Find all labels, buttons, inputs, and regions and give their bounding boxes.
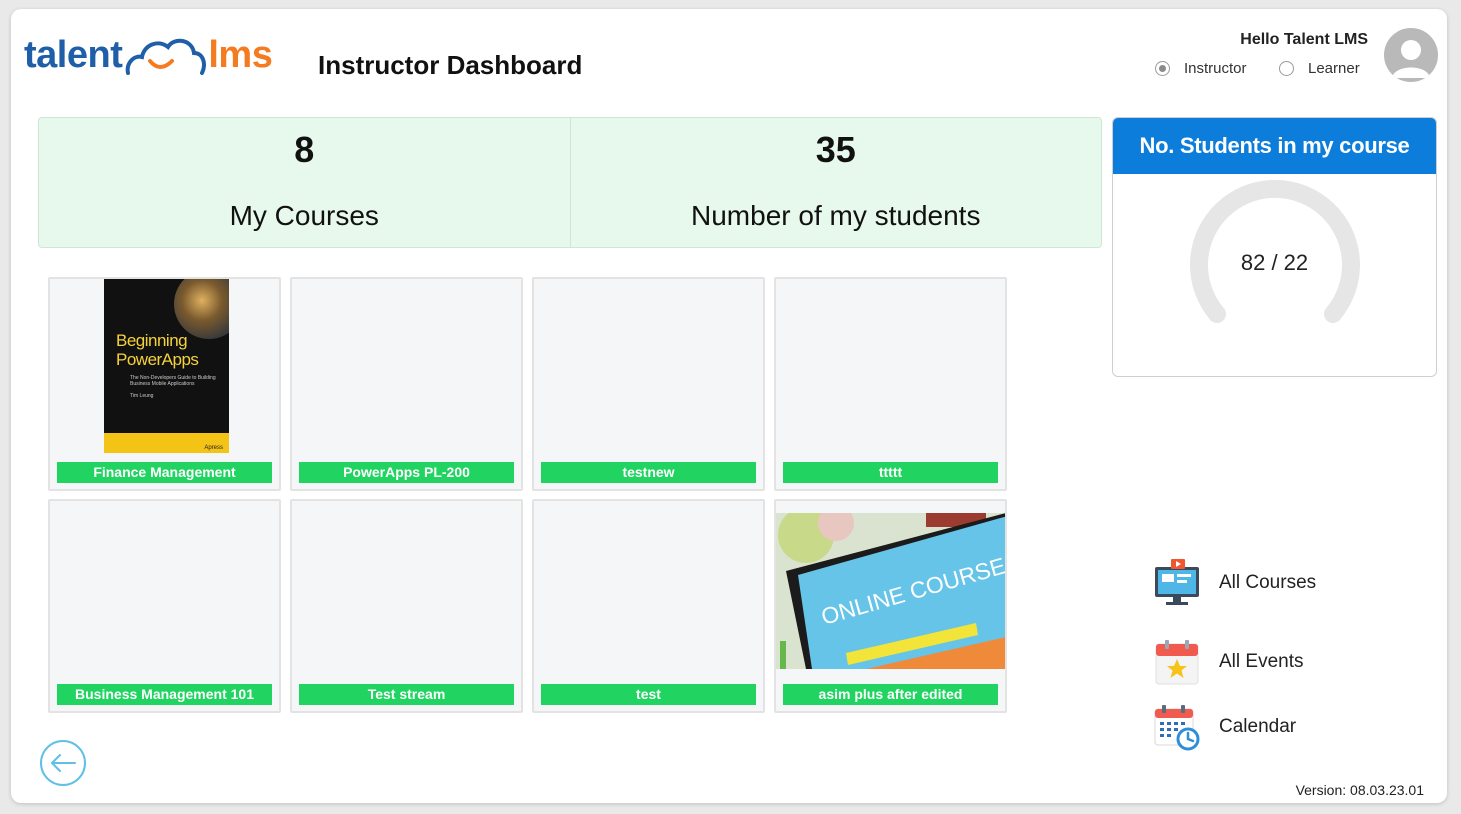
stat-value: 35: [815, 129, 856, 170]
course-thumbnail: ONLINE COURSES: [776, 501, 1005, 675]
course-card[interactable]: ttttt: [774, 277, 1007, 491]
arrow-left-circle-icon: [51, 754, 76, 772]
course-title: testnew: [541, 462, 756, 483]
course-title: ttttt: [783, 462, 998, 483]
stat-label: My Courses: [229, 200, 379, 231]
course-card[interactable]: Beginning PowerApps The Non-Developers G…: [48, 277, 281, 491]
logo-text-lms: lms: [208, 34, 273, 76]
role-label-learner: Learner: [1308, 60, 1360, 77]
course-card[interactable]: testnew: [532, 277, 765, 491]
stats-panel: 8 My Courses 35 Number of my students: [38, 117, 1102, 248]
course-card[interactable]: ONLINE COURSES asim plus after edited: [774, 499, 1007, 713]
cloud-smile-icon: [126, 38, 207, 75]
course-card[interactable]: test: [532, 499, 765, 713]
course-card[interactable]: Business Management 101: [48, 499, 281, 713]
stat-number-of-students[interactable]: 35 Number of my students: [569, 118, 1102, 247]
quick-link-calendar[interactable]: Calendar: [1153, 703, 1296, 751]
version-text: Version: 08.03.23.01: [1295, 782, 1424, 798]
book-cover-author: Tim Leung: [130, 393, 154, 399]
calendar-clock-icon: [1154, 705, 1200, 751]
stat-label: Number of my students: [691, 200, 981, 231]
book-cover-publisher: Apress: [204, 445, 223, 451]
students-card-title: No. Students in my course: [1113, 118, 1436, 174]
online-courses-image: ONLINE COURSES: [776, 513, 1005, 669]
role-radio-learner[interactable]: Learner: [1279, 60, 1360, 77]
quick-link-all-events[interactable]: All Events: [1153, 638, 1303, 686]
radio-unselected-icon[interactable]: [1279, 61, 1294, 76]
course-card[interactable]: Test stream: [290, 499, 523, 713]
book-cover-image: Beginning PowerApps The Non-Developers G…: [104, 279, 229, 453]
greeting: Hello Talent LMS: [1240, 31, 1368, 48]
talentlms-logo[interactable]: talent lms: [24, 30, 273, 80]
book-cover-title: Beginning PowerApps: [116, 331, 199, 369]
page-title: Instructor Dashboard: [318, 50, 583, 80]
quick-link-label: All Courses: [1219, 572, 1317, 593]
monitor-video-icon: [1155, 559, 1199, 605]
book-cover-subtitle: The Non-Developers Guide to Building Bus…: [130, 375, 216, 387]
quick-link-label: All Events: [1219, 651, 1304, 672]
course-title: asim plus after edited: [783, 684, 998, 705]
students-in-course-card: No. Students in my course 82 / 22: [1112, 117, 1437, 377]
user-avatar-icon[interactable]: [1384, 28, 1438, 82]
course-title: PowerApps PL-200: [299, 462, 514, 483]
course-thumbnail: Beginning PowerApps The Non-Developers G…: [50, 279, 279, 453]
logo-text-talent: talent: [24, 34, 123, 76]
quick-link-label: Calendar: [1219, 716, 1297, 737]
role-radio-instructor[interactable]: Instructor: [1155, 60, 1247, 77]
course-card[interactable]: PowerApps PL-200: [290, 277, 523, 491]
back-button[interactable]: [40, 740, 86, 786]
stat-value: 8: [294, 129, 315, 170]
calendar-star-icon: [1155, 640, 1199, 685]
quick-link-all-courses[interactable]: All Courses: [1153, 559, 1316, 607]
course-title: test: [541, 684, 756, 705]
course-title: Test stream: [299, 684, 514, 705]
stat-my-courses[interactable]: 8 My Courses: [39, 118, 570, 247]
role-label-instructor: Instructor: [1184, 60, 1247, 77]
course-title: Business Management 101: [57, 684, 272, 705]
gauge-value-text: 82 / 22: [1240, 250, 1309, 275]
radio-selected-icon[interactable]: [1155, 61, 1170, 76]
course-title: Finance Management: [57, 462, 272, 483]
